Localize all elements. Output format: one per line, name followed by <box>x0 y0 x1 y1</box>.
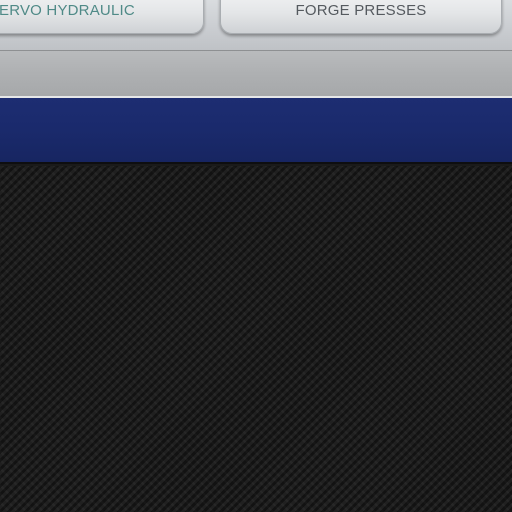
blue-header-band <box>0 98 512 164</box>
nav-button-servo-hydraulic[interactable]: ERVO HYDRAULIC <box>0 0 204 34</box>
carbon-fiber-content-area <box>0 166 512 512</box>
nav-button-forge-presses[interactable]: FORGE PRESSES <box>220 0 502 34</box>
grey-divider-band <box>0 50 512 98</box>
top-navigation-bar: ERVO HYDRAULIC FORGE PRESSES <box>0 0 512 50</box>
nav-button-label: FORGE PRESSES <box>295 2 427 19</box>
page: ERVO HYDRAULIC FORGE PRESSES <box>0 0 512 512</box>
nav-button-label: ERVO HYDRAULIC <box>0 2 135 19</box>
